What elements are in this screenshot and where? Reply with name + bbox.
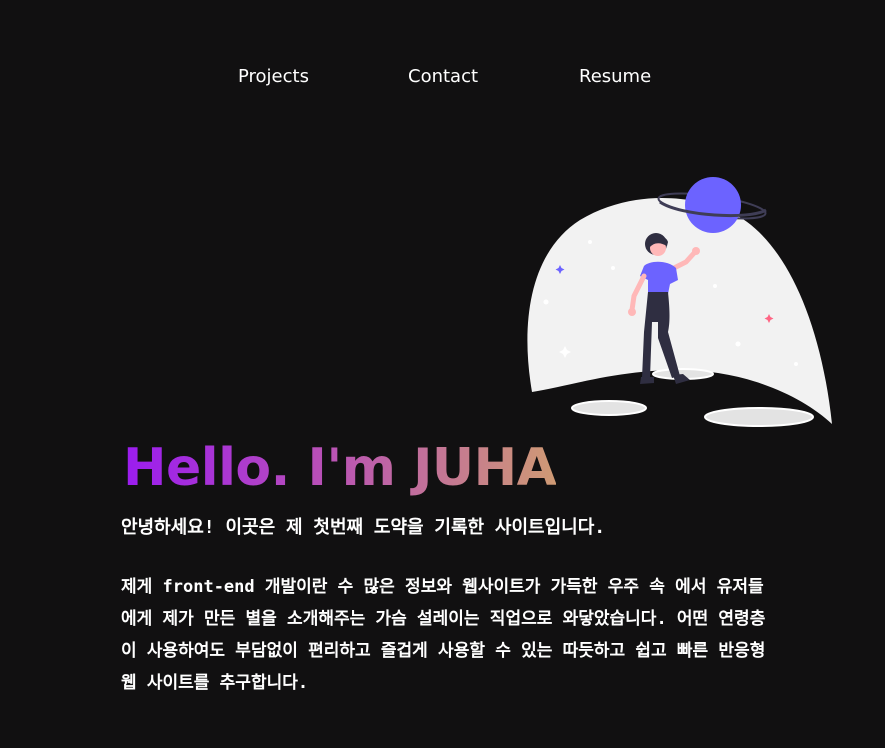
nav-link-contact[interactable]: Contact bbox=[408, 66, 478, 87]
nav-link-projects[interactable]: Projects bbox=[238, 66, 309, 87]
hero-title: Hello. I'm JUHA bbox=[123, 438, 557, 498]
space-girl-illustration bbox=[527, 177, 832, 427]
crater-left bbox=[571, 400, 647, 416]
main-nav: Projects Contact Resume bbox=[0, 66, 885, 94]
moon-dome bbox=[527, 197, 832, 424]
planet-icon bbox=[685, 177, 741, 233]
crater-right bbox=[704, 407, 814, 427]
nav-link-resume[interactable]: Resume bbox=[579, 66, 651, 87]
intro-text: 안녕하세요! 이곳은 제 첫번째 도약을 기록한 사이트입니다. bbox=[121, 517, 606, 538]
about-description: 제게 front-end 개발이란 수 많은 정보와 웹사이트가 가득한 우주 … bbox=[121, 577, 766, 693]
